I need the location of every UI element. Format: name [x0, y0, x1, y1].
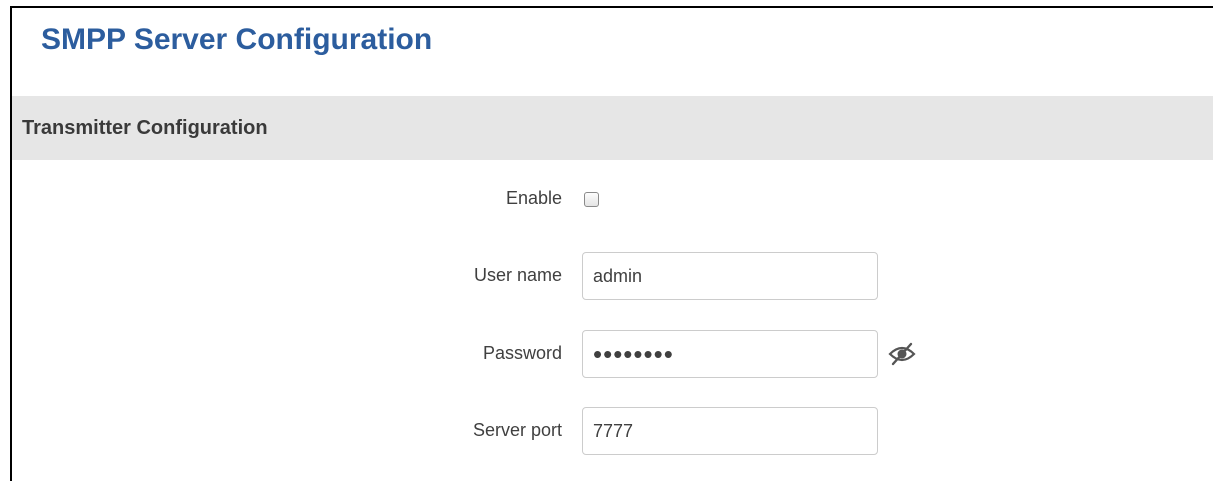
section-header: Transmitter Configuration	[12, 96, 1213, 160]
username-input[interactable]	[582, 252, 878, 300]
enable-label: Enable	[505, 188, 562, 208]
password-label: Password	[482, 343, 562, 363]
config-panel: SMPP Server Configuration Transmitter Co…	[10, 6, 1213, 481]
username-row: User name	[12, 252, 1213, 302]
password-row: Password	[12, 330, 1213, 380]
section-title: Transmitter Configuration	[22, 117, 268, 139]
username-label: User name	[473, 265, 562, 285]
server-port-input[interactable]	[582, 407, 878, 455]
enable-checkbox[interactable]	[584, 192, 599, 207]
server-port-row: Server port	[12, 407, 1213, 457]
eye-slash-icon[interactable]	[887, 341, 917, 367]
server-port-label: Server port	[472, 420, 562, 440]
page-title: SMPP Server Configuration	[41, 23, 433, 56]
password-input[interactable]	[582, 330, 878, 378]
enable-row: Enable	[12, 186, 1213, 216]
